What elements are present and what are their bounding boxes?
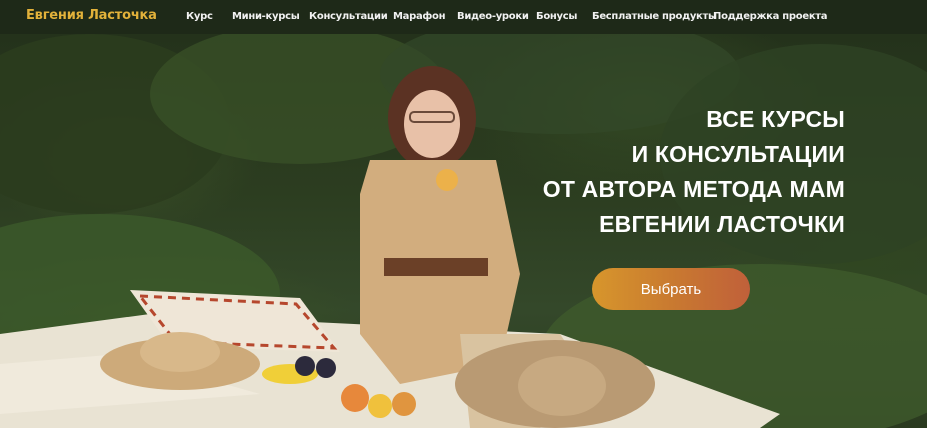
nav-item-mini-courses[interactable]: Мини-курсы (232, 11, 300, 22)
nav-item-free-products[interactable]: Бесплатные продукты (592, 11, 717, 22)
hero-section: ВСЕ КУРСЫ И КОНСУЛЬТАЦИИ ОТ АВТОРА МЕТОД… (0, 34, 927, 428)
nav-item-consultations[interactable]: Консультации (309, 11, 388, 22)
nav-item-course[interactable]: Курс (186, 11, 213, 22)
brand-logo[interactable]: Евгения Ласточка (26, 8, 157, 23)
nav-item-marathon[interactable]: Марафон (393, 11, 446, 22)
nav-item-bonuses[interactable]: Бонусы (536, 11, 577, 22)
headline-line: ВСЕ КУРСЫ (706, 106, 845, 132)
nav-item-video-lessons[interactable]: Видео-уроки (457, 11, 529, 22)
nav-item-project-support[interactable]: Поддержка проекта (713, 11, 828, 22)
hero-headline: ВСЕ КУРСЫ И КОНСУЛЬТАЦИИ ОТ АВТОРА МЕТОД… (543, 102, 845, 242)
headline-line: ЕВГЕНИИ ЛАСТОЧКИ (599, 211, 845, 237)
headline-line: ОТ АВТОРА МЕТОДА МАМ (542, 176, 845, 202)
choose-button[interactable]: Выбрать (592, 268, 750, 310)
top-navbar: Евгения Ласточка Курс Мини-курсы Консуль… (0, 0, 927, 34)
headline-line: И КОНСУЛЬТАЦИИ (631, 141, 845, 167)
